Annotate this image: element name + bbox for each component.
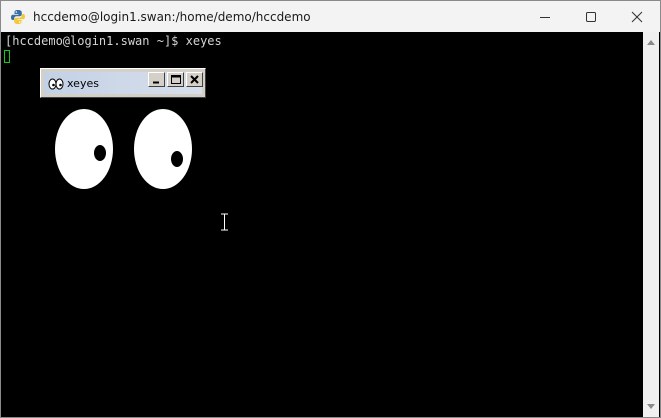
xeyes-eyes xyxy=(51,105,201,195)
xeyes-window[interactable]: xeyes xyxy=(40,68,206,98)
xeyes-maximize-button[interactable] xyxy=(167,72,184,87)
maximize-button[interactable] xyxy=(568,1,614,32)
maximize-icon xyxy=(586,11,596,22)
right-eye xyxy=(134,109,192,189)
terminal-prompt-line: [hccdemo@login1.swan ~]$ xeyes xyxy=(5,34,222,48)
right-pupil xyxy=(171,151,183,167)
scroll-up-button[interactable] xyxy=(643,34,659,50)
text-cursor-icon xyxy=(220,212,229,235)
python-icon xyxy=(10,9,26,25)
minimize-button[interactable] xyxy=(522,1,568,32)
close-button[interactable] xyxy=(614,1,660,32)
chevron-down-icon xyxy=(647,404,655,409)
terminal-cursor xyxy=(4,50,10,63)
xeyes-close-button[interactable] xyxy=(186,72,203,87)
left-pupil xyxy=(94,145,106,161)
chevron-up-icon xyxy=(647,40,655,45)
vertical-scrollbar[interactable] xyxy=(643,32,659,417)
eyes-icon xyxy=(48,76,64,90)
window-titlebar[interactable]: hccdemo@login1.swan:/home/demo/hccdemo xyxy=(1,1,660,32)
xeyes-title: xeyes xyxy=(67,76,99,90)
close-icon xyxy=(190,75,199,84)
close-icon xyxy=(631,11,643,22)
maximize-icon xyxy=(170,75,181,84)
scroll-down-button[interactable] xyxy=(643,399,659,415)
minimize-icon xyxy=(540,16,550,18)
window-title: hccdemo@login1.swan:/home/demo/hccdemo xyxy=(33,9,311,24)
xeyes-minimize-button[interactable] xyxy=(148,72,165,87)
terminal-window: hccdemo@login1.swan:/home/demo/hccdemo [… xyxy=(0,0,661,418)
minimize-icon xyxy=(153,81,159,84)
